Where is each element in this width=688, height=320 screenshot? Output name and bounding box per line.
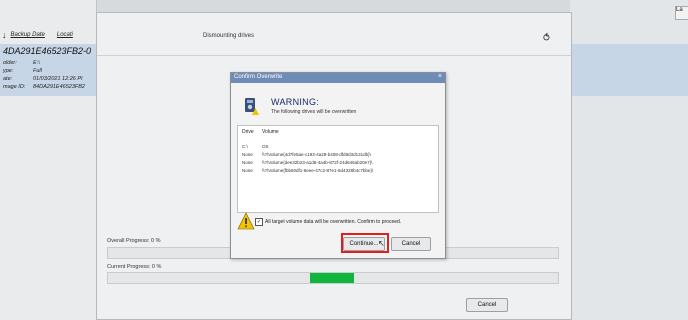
window-header: Dismounting drives ⥀ xyxy=(97,13,571,56)
current-progress-indicator xyxy=(310,273,354,283)
background-right-highlight xyxy=(570,44,688,96)
background-toolbar: ↓ Backup Date Locati xyxy=(2,28,96,42)
confirm-row: ✓ All target volume data will be overwri… xyxy=(237,212,437,232)
warning-message: The following drives will be overwritten xyxy=(271,109,357,115)
confirm-checkbox[interactable]: ✓ xyxy=(255,218,263,226)
current-progress-bar xyxy=(107,272,559,284)
info-row: ype: Full xyxy=(3,68,42,74)
selected-backup-info[interactable]: 4DA291E46523FB2-0 older: E:\ ype: Full ate… xyxy=(0,44,96,96)
warning-heading: WARNING: xyxy=(271,97,320,107)
drives-list[interactable]: Drive Volume C:\ OS None \\?\Volume{4d7f… xyxy=(237,125,439,213)
dialog-titlebar: Confirm Overwrite × xyxy=(231,73,445,83)
sort-down-arrow-icon: ↓ xyxy=(2,29,7,40)
backup-id: 4DA291E46523FB2-0 xyxy=(3,46,92,56)
mouse-pointer-icon: ↖ xyxy=(378,239,385,248)
dialog-title: Confirm Overwrite xyxy=(234,74,283,80)
info-row: older: E:\ xyxy=(3,60,40,66)
background-right-tab[interactable]: La xyxy=(675,6,688,20)
column-drive[interactable]: Drive xyxy=(242,129,254,135)
close-icon[interactable]: × xyxy=(438,73,442,80)
backup-date-column[interactable]: Backup Date xyxy=(11,32,45,38)
info-row: ate: 01/03/2021 12:26 PI xyxy=(3,76,83,82)
column-volume[interactable]: Volume xyxy=(262,129,279,135)
confirm-overwrite-dialog: Confirm Overwrite × WARNING: The followi… xyxy=(230,72,446,259)
info-row: mage ID: 84DA291E46523FB2 xyxy=(3,84,85,90)
drive-warning-icon xyxy=(245,98,259,115)
location-column[interactable]: Locati xyxy=(57,32,73,38)
current-progress-label: Current Progress: 0 % xyxy=(107,264,162,270)
overall-progress-label: Overall Progress: 0 % xyxy=(107,238,161,244)
confirm-text: All target volume data will be overwritt… xyxy=(265,219,402,225)
busy-cursor-icon: ⥀ xyxy=(543,33,550,44)
status-title: Dismounting drives xyxy=(203,33,255,39)
dialog-cancel-button[interactable]: Cancel xyxy=(391,237,431,251)
screen: ↓ Backup Date Locati 4DA291E46523FB2-0 o… xyxy=(0,0,688,320)
cancel-button[interactable]: Cancel xyxy=(466,298,508,312)
